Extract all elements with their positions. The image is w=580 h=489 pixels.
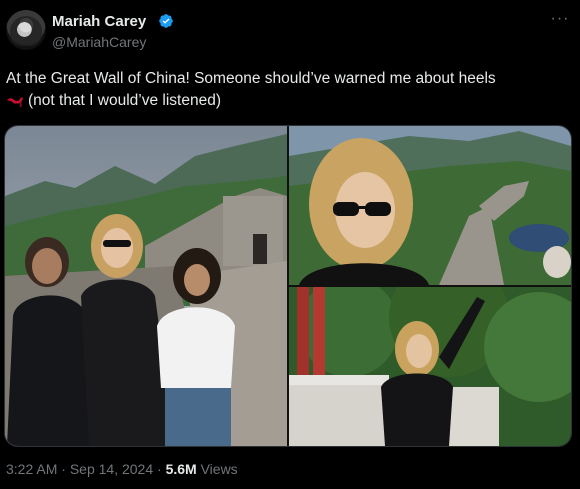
meta-separator: · xyxy=(61,461,66,477)
photo-group-great-wall[interactable] xyxy=(5,126,287,446)
more-options-icon[interactable]: ··· xyxy=(550,11,570,32)
avatar[interactable] xyxy=(6,10,46,50)
media-grid xyxy=(4,125,572,447)
tweet-date[interactable]: Sep 14, 2024 xyxy=(70,461,153,477)
tweet-header: Mariah Carey @MariahCarey ··· xyxy=(6,10,574,52)
tweet-text-line-2: (not that I would’ve listened) xyxy=(6,90,572,112)
tweet-meta: 3:22 AM · Sep 14, 2024 · 5.6M Views xyxy=(6,461,238,477)
verified-badge-icon xyxy=(159,14,173,28)
author-handle[interactable]: @MariahCarey xyxy=(52,34,146,50)
photo-sunglasses-closeup[interactable] xyxy=(289,126,571,285)
photo-waving-pavilion[interactable] xyxy=(289,287,571,446)
author-name[interactable]: Mariah Carey xyxy=(52,13,146,30)
high-heel-icon xyxy=(7,97,23,107)
views-count[interactable]: 5.6M xyxy=(166,461,197,477)
tweet-text-line-1: At the Great Wall of China! Someone shou… xyxy=(6,70,496,87)
meta-separator-2: · xyxy=(157,461,162,477)
tweet-time[interactable]: 3:22 AM xyxy=(6,461,57,477)
tweet-text: At the Great Wall of China! Someone shou… xyxy=(6,68,572,112)
views-label: Views xyxy=(200,461,238,477)
tweet-text-line-2-text: (not that I would’ve listened) xyxy=(28,92,221,109)
